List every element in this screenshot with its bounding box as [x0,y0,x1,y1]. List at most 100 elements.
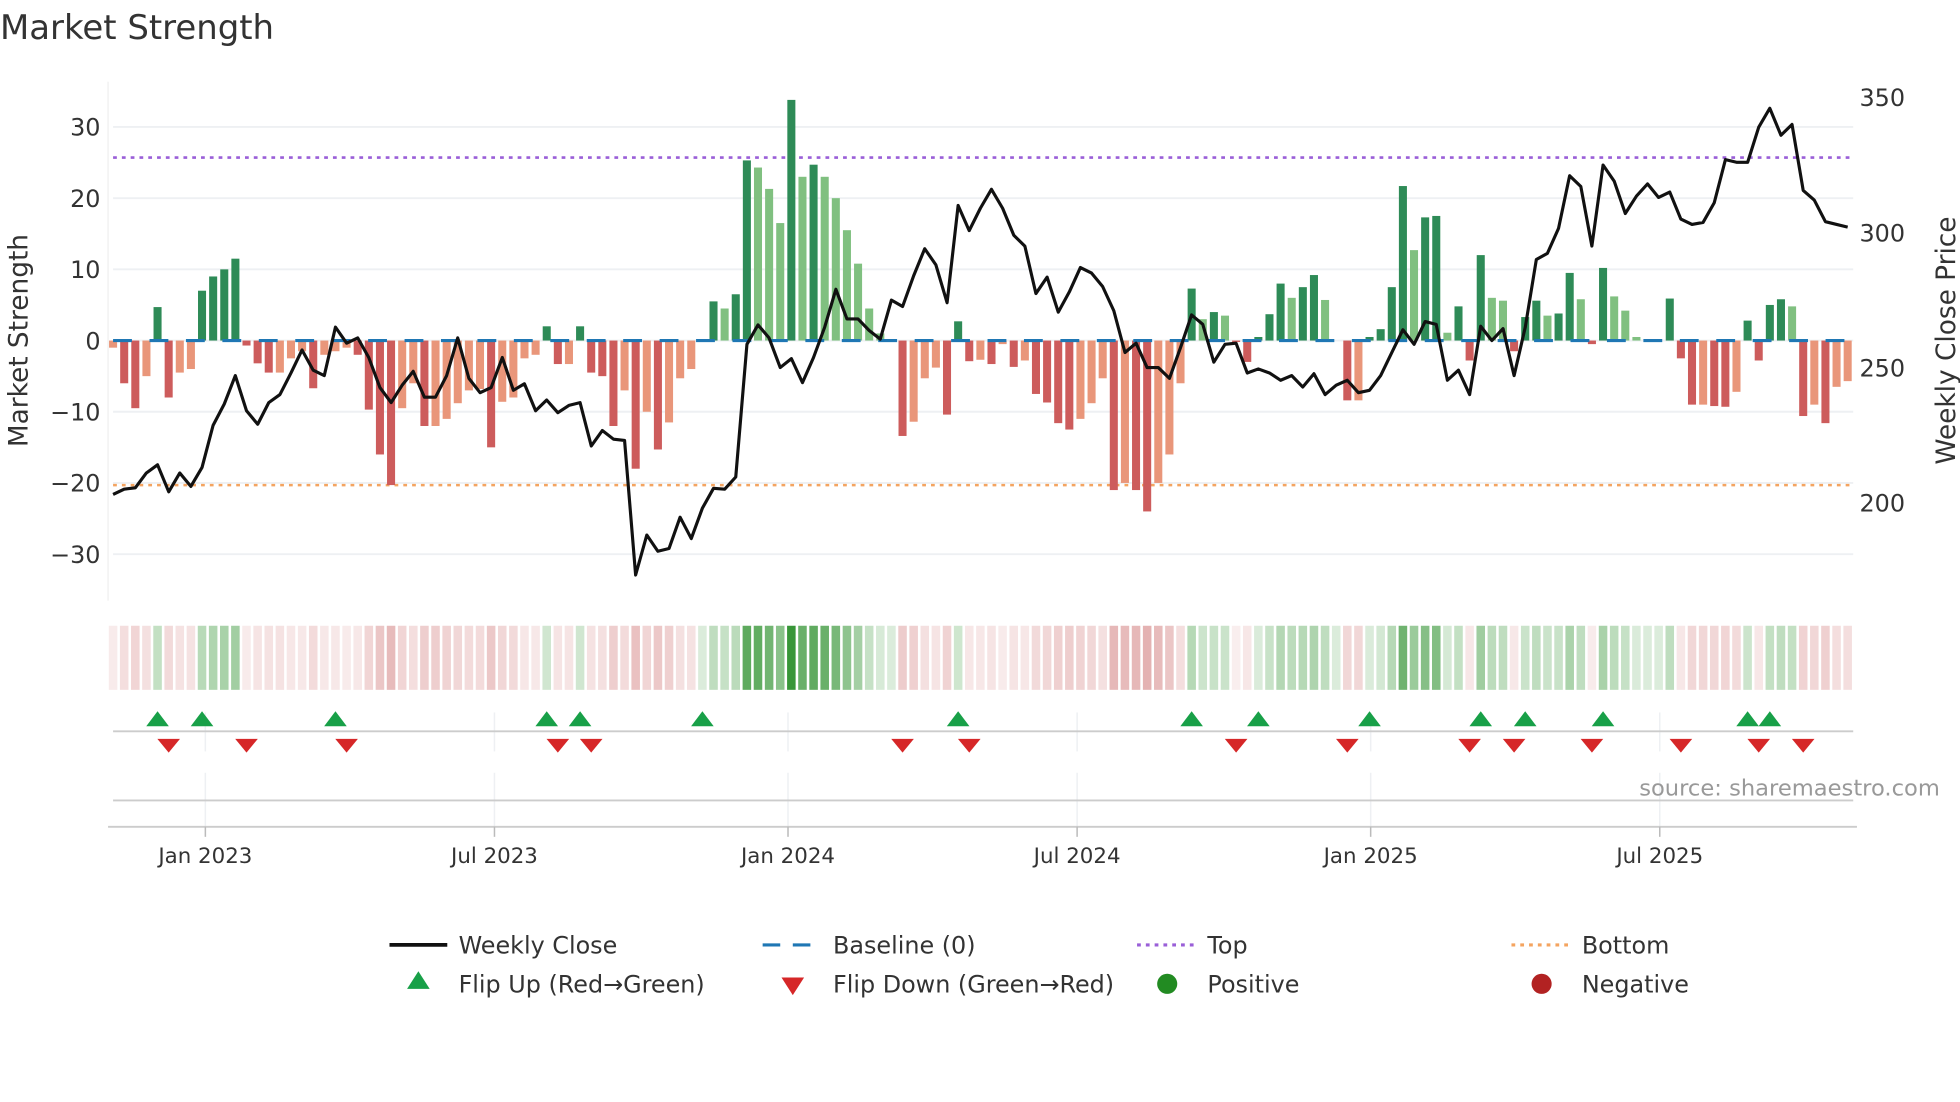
strength-bar [264,340,273,373]
flip-down-marker [1747,738,1771,753]
x-tick-label: Jan 2023 [156,844,252,869]
strip-cell [953,625,963,690]
strip-cell [1031,625,1041,690]
strength-bar [220,269,229,341]
strip-cell [1721,625,1730,690]
strength-bar [1376,329,1385,341]
strip-cell [1076,625,1085,690]
strip-cell [1065,625,1074,690]
strength-bar [1098,340,1107,379]
y2-axis-ticks: 200 250 300 350 [1859,84,1905,517]
legend-item-positive[interactable]: Positive [1157,971,1299,999]
strength-bar [120,340,129,384]
strip-cell [1131,625,1141,690]
strength-bar [1043,340,1052,403]
flip-up-marker [946,711,970,727]
strip-cell [197,625,207,690]
legend-item-flip-down[interactable]: Flip Down (Green→Red) [781,971,1114,999]
strip-cell [831,625,841,690]
strip-cell [1176,625,1185,690]
legend-item-negative[interactable]: Negative [1531,971,1689,999]
y-tick-label: −10 [50,399,100,427]
strip-cell [1765,625,1775,690]
strip-cell [887,625,896,690]
strength-bar [831,198,840,341]
strength-bar [1687,340,1697,405]
strength-bar [1665,298,1674,341]
legend-item-flip-up[interactable]: Flip Up (Red→Green) [407,971,705,999]
strength-bar [987,340,996,365]
strength-bar [209,276,218,341]
strength-bar [776,223,785,341]
strength-bar [1410,250,1419,341]
strip-cell [1309,625,1319,690]
legend-item-weekly-close[interactable]: Weekly Close [389,932,617,960]
strength-bar [976,340,985,360]
strength-bar [320,340,329,355]
strength-bar [1599,267,1608,341]
legend-item-baseline[interactable]: Baseline (0) [762,932,976,960]
strength-bar [1065,340,1074,430]
triangle-up-icon [407,971,430,989]
strip-cell [1843,625,1852,690]
strength-bar [286,340,296,359]
legend-item-bottom[interactable]: Bottom [1511,932,1669,960]
strength-bar [275,340,284,373]
circle-icon [1157,973,1178,994]
strip-cell [720,625,729,690]
strip-cell [1287,625,1296,690]
strip-cell [1465,625,1474,690]
flip-up-marker [1469,711,1493,727]
strength-bar [1699,340,1708,405]
strip-cell [1042,625,1052,690]
flip-up-marker [1513,711,1537,727]
strip-cell [375,625,385,690]
flip-down-marker [335,738,358,753]
strength-bar [587,340,596,373]
strength-bar [609,340,618,426]
flip-up-marker [1591,711,1615,727]
strip-cell [564,625,574,690]
strength-bar [1810,340,1819,405]
y-axis-label: Market Strength [5,234,35,447]
strength-bar [1443,332,1452,341]
strength-bar [186,340,195,370]
strip-cell [787,625,796,690]
strength-bar [142,340,151,377]
strength-bar [1120,340,1129,483]
strip-cell [976,625,985,690]
legend-item-top[interactable]: Top [1137,932,1248,960]
strip-cell [475,625,485,690]
strip-cell [687,625,696,690]
strength-bar [687,340,696,370]
strip-cell [1543,625,1552,690]
y-tick-label: 10 [70,256,100,284]
strip-cell [208,625,218,690]
strength-bar [1298,287,1307,341]
y2-tick-label: 300 [1859,219,1905,247]
strip-cell [1276,625,1285,690]
strip-cell [964,625,974,690]
strength-bar [942,340,952,415]
strength-bar [620,340,629,391]
strip-cell [1709,625,1719,690]
strip-cell [486,625,496,690]
strip-cell [1776,625,1786,690]
strip-cell [1565,625,1574,690]
strip-cell [642,625,652,690]
strip-cell [1532,625,1541,690]
strip-cell [308,625,318,690]
strip-cell [119,625,129,690]
legend-label: Flip Up (Red→Green) [459,971,705,999]
strength-bar [576,326,585,341]
strip-cell [1098,625,1107,690]
legend-label: Flip Down (Green→Red) [833,971,1114,999]
strength-bar [731,294,740,341]
strength-bar [1743,320,1752,341]
strip-cell [898,625,907,690]
y-tick-label: −20 [50,470,100,498]
strength-bar [765,188,774,341]
flip-up-marker [324,711,347,727]
strength-bar [787,99,796,341]
strip-cell [1454,625,1463,690]
